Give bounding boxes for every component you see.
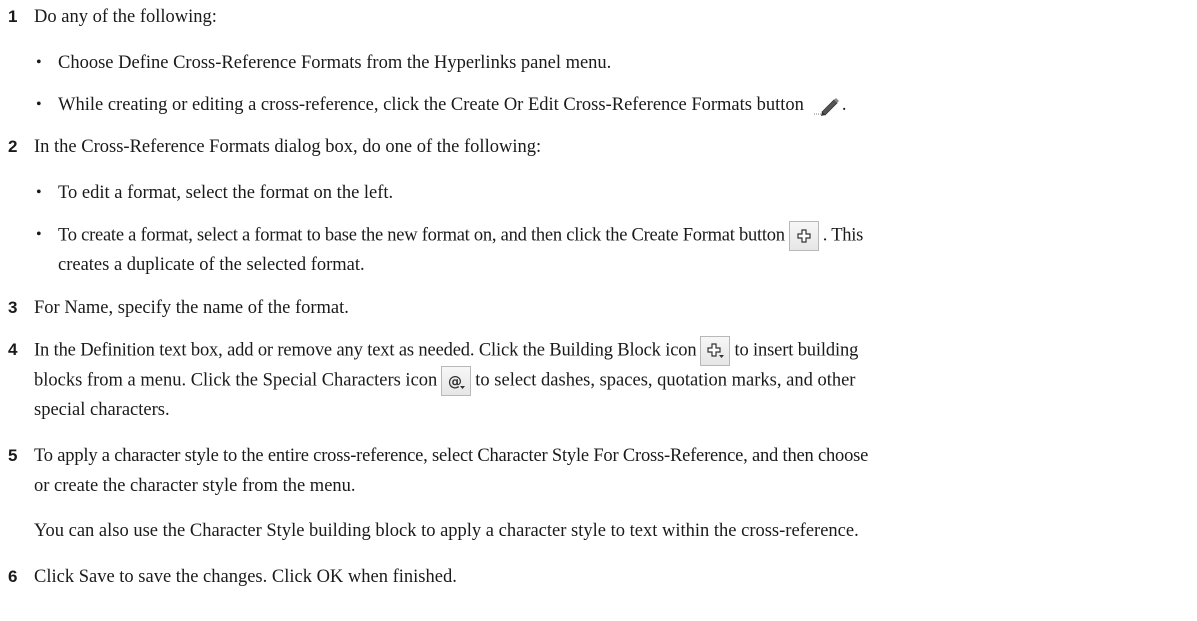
step-text-continuation: blocks from a menu. Click the Special Ch…: [34, 366, 1184, 396]
step-text-continuation: or create the character style from the m…: [34, 476, 356, 496]
bullet-text: While creating or editing a cross-refere…: [58, 95, 847, 117]
building-block-icon: [700, 336, 731, 366]
step-text: For Name, specify the name of the format…: [34, 298, 349, 318]
step-text-continuation: special characters.: [34, 400, 170, 420]
bullet-text: To edit a format, select the format on t…: [58, 183, 394, 203]
step-number: 2: [8, 137, 18, 156]
bullet-dot: •: [36, 226, 42, 243]
step-text: In the Cross-Reference Formats dialog bo…: [34, 137, 542, 157]
bullet-text: To create a format, select a format to b…: [58, 221, 1178, 251]
step-text: Click Save to save the changes. Click OK…: [34, 567, 457, 587]
svg-text:@: @: [448, 374, 462, 390]
plus-icon: [788, 221, 819, 251]
instructions-document: 1 Do any of the following: • Choose Defi…: [0, 0, 1197, 621]
bullet-text-continuation: creates a duplicate of the selected form…: [58, 255, 365, 275]
bullet-dot: •: [36, 96, 42, 113]
step-number: 3: [8, 298, 18, 317]
bullet-text: Choose Define Cross-Reference Formats fr…: [58, 53, 612, 73]
step-number: 5: [8, 446, 18, 465]
step-text: Do any of the following:: [34, 7, 217, 27]
step-number: 6: [8, 567, 18, 586]
special-characters-icon: @: [441, 366, 472, 396]
pencil-icon: [810, 95, 842, 117]
bullet-dot: •: [36, 184, 42, 201]
step-text: In the Definition text box, add or remov…: [34, 336, 1184, 366]
step-number: 1: [8, 7, 18, 26]
bullet-dot: •: [36, 54, 42, 71]
step-text: To apply a character style to the entire…: [34, 446, 869, 466]
step-number: 4: [8, 340, 18, 359]
step-note: You can also use the Character Style bui…: [34, 521, 859, 541]
